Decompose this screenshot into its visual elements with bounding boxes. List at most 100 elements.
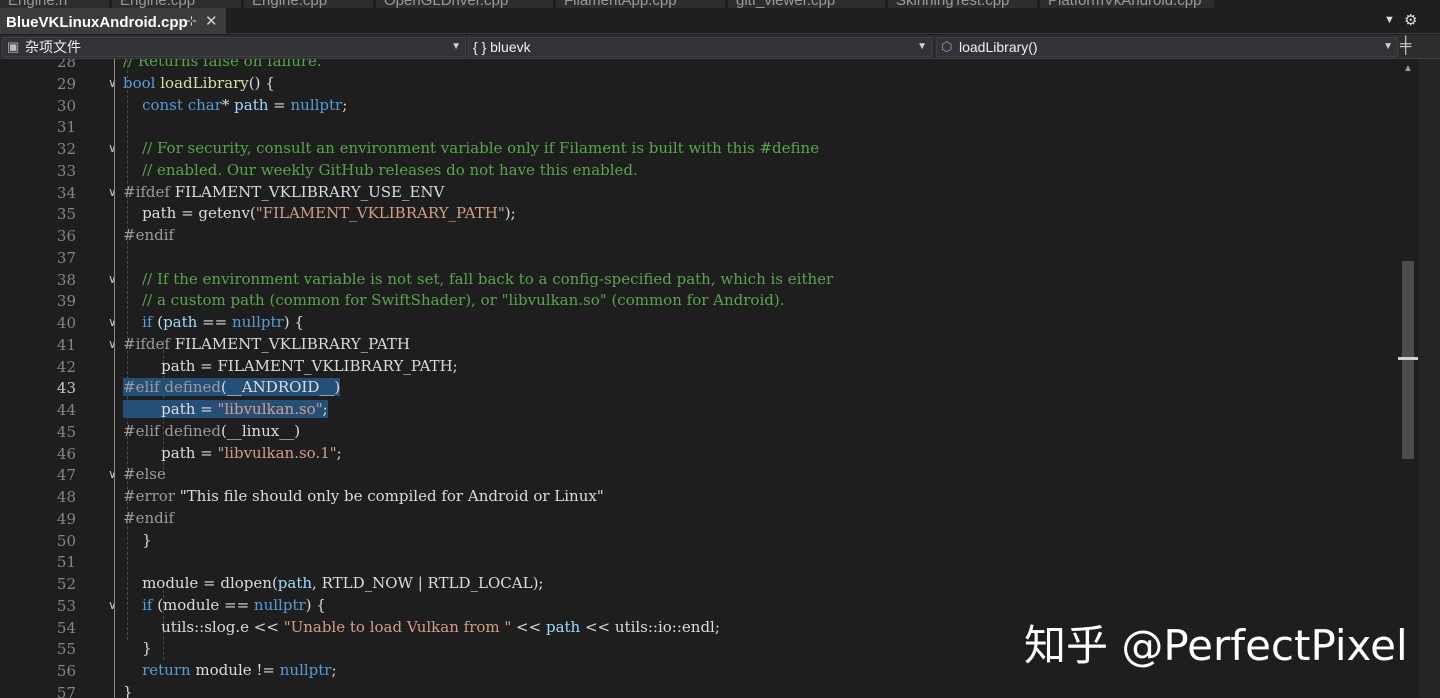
- code-line[interactable]: #else: [123, 463, 166, 485]
- line-number: 38: [56, 270, 76, 289]
- member-dropdown[interactable]: ⬡ loadLibrary() ▼: [936, 37, 1398, 57]
- line-number: 46: [56, 444, 76, 463]
- project-dropdown[interactable]: ▣ 杂项文件 ▼: [2, 37, 466, 57]
- tab-inactive[interactable]: Engine.cpp: [244, 0, 374, 8]
- line-number: 45: [56, 422, 76, 441]
- line-number: 41: [56, 335, 76, 354]
- project-label: 杂项文件: [25, 39, 81, 55]
- line-number: 49: [56, 509, 76, 528]
- code-line[interactable]: }: [123, 681, 133, 698]
- tab-underline: [0, 33, 1440, 34]
- code-line[interactable]: #endif: [123, 507, 174, 529]
- line-number: 30: [56, 96, 76, 115]
- scope-label: { } bluevk: [473, 39, 531, 55]
- vertical-scrollbar[interactable]: ▲: [1398, 59, 1418, 698]
- code-line[interactable]: // a custom path (common for SwiftShader…: [123, 289, 784, 311]
- code-line[interactable]: // For security, consult an environment …: [123, 137, 819, 159]
- tab-title: BlueVKLinuxAndroid.cpp: [6, 14, 188, 31]
- code-line[interactable]: utils::slog.e << "Unable to load Vulkan …: [123, 616, 720, 638]
- tab-bluevklinuxandroid[interactable]: BlueVKLinuxAndroid.cpp ⊹ ✕: [0, 8, 226, 34]
- line-number: 32: [56, 140, 76, 158]
- fold-toggle-icon[interactable]: ∨: [108, 141, 117, 155]
- tab-overflow-icon[interactable]: ▼: [1384, 14, 1395, 26]
- code-line[interactable]: }: [123, 637, 152, 659]
- scroll-up-icon[interactable]: ▲: [1403, 63, 1413, 74]
- line-number: 48: [56, 488, 76, 506]
- right-margin: [1418, 59, 1440, 698]
- gear-icon[interactable]: ⚙: [1404, 11, 1417, 29]
- fold-toggle-icon[interactable]: ∨: [108, 337, 117, 351]
- code-line[interactable]: path = FILAMENT_VKLIBRARY_PATH;: [123, 355, 458, 377]
- line-number: 53: [56, 596, 76, 615]
- scrollbar-thumb[interactable]: [1402, 261, 1414, 459]
- code-line[interactable]: #elif defined(__linux__): [123, 420, 300, 442]
- tab-inactive[interactable]: Engine.cpp: [112, 0, 242, 8]
- line-number: 37: [56, 248, 76, 267]
- tab-inactive[interactable]: gltf_viewer.cpp: [728, 0, 886, 8]
- line-number: 51: [56, 553, 76, 572]
- file-icon: ▣: [7, 39, 20, 54]
- fold-toggle-icon[interactable]: ∨: [108, 467, 117, 481]
- line-number: 52: [56, 575, 76, 593]
- code-line[interactable]: }: [123, 529, 152, 551]
- tab-inactive[interactable]: FilamentApp.cpp: [556, 0, 726, 8]
- fold-toggle-icon[interactable]: ∨: [108, 315, 117, 329]
- line-number: 55: [56, 640, 76, 659]
- split-editor-icon[interactable]: ╪: [1400, 37, 1411, 55]
- code-line[interactable]: #ifdef FILAMENT_VKLIBRARY_USE_ENV: [123, 181, 444, 203]
- code-line[interactable]: path = getenv("FILAMENT_VKLIBRARY_PATH")…: [123, 202, 516, 224]
- tab-inactive[interactable]: OpenGLDriver.cpp: [376, 0, 554, 8]
- code-line[interactable]: module = dlopen(path, RTLD_NOW | RTLD_LO…: [123, 572, 543, 594]
- member-label: loadLibrary(): [959, 39, 1038, 55]
- tab-inactive[interactable]: PlatformVkAndroid.cpp: [1040, 0, 1215, 8]
- chevron-down-icon: ▼: [917, 41, 927, 52]
- tab-inactive[interactable]: SkinningTest.cpp: [888, 0, 1038, 8]
- line-number: 40: [56, 314, 76, 332]
- scope-dropdown[interactable]: { } bluevk ▼: [468, 37, 932, 57]
- fold-toggle-icon[interactable]: ∨: [108, 598, 117, 612]
- line-number: 44: [56, 401, 76, 419]
- close-icon[interactable]: ✕: [205, 12, 218, 30]
- line-number: 33: [56, 161, 76, 180]
- code-line[interactable]: path = "libvulkan.so";: [123, 398, 328, 420]
- code-line[interactable]: #elif defined(__ANDROID__): [123, 376, 341, 398]
- line-number: 35: [56, 205, 76, 224]
- line-number: 28: [56, 59, 76, 71]
- caret-position-marker: [1398, 357, 1418, 360]
- code-line[interactable]: // If the environment variable is not se…: [123, 268, 833, 290]
- line-number: 43: [56, 379, 76, 398]
- tab-inactive[interactable]: Engine.h: [0, 0, 110, 8]
- chevron-down-icon: ▼: [1383, 41, 1393, 52]
- fold-toggle-icon[interactable]: ∨: [108, 185, 117, 199]
- code-line[interactable]: // enabled. Our weekly GitHub releases d…: [123, 159, 638, 181]
- tab-strip: Engine.hEngine.cppEngine.cppOpenGLDriver…: [0, 0, 1440, 34]
- line-number: 54: [56, 618, 76, 637]
- line-number: 57: [56, 683, 76, 698]
- code-line[interactable]: const char* path = nullptr;: [123, 94, 347, 116]
- code-line[interactable]: #endif: [123, 224, 174, 246]
- fold-rail: [114, 59, 115, 698]
- code-line[interactable]: #ifdef FILAMENT_VKLIBRARY_PATH: [123, 333, 410, 355]
- line-number: 36: [56, 227, 76, 245]
- fold-toggle-icon[interactable]: ∨: [108, 76, 117, 90]
- line-number: 31: [56, 118, 76, 137]
- fold-toggle-icon[interactable]: ∨: [108, 272, 117, 286]
- code-line[interactable]: return module != nullptr;: [123, 659, 336, 681]
- line-number: 50: [56, 531, 76, 550]
- code-line[interactable]: path = "libvulkan.so.1";: [123, 442, 342, 464]
- line-number: 47: [56, 466, 76, 485]
- code-editor[interactable]: 28 29 30 31 32 33 34 35 36 37 38 39 40 41 42 43 44 45 46 47…: [0, 59, 1440, 698]
- chevron-down-icon: ▼: [451, 41, 461, 52]
- code-line[interactable]: // Returns false on failure.: [123, 59, 322, 72]
- code-line[interactable]: #error "This file should only be compile…: [123, 485, 604, 507]
- pin-icon[interactable]: ⊹: [186, 13, 197, 29]
- code-line[interactable]: if (module == nullptr) {: [123, 594, 326, 616]
- cube-icon: ⬡: [941, 39, 953, 54]
- navigation-bar: ▣ 杂项文件 ▼ { } bluevk ▼ ⬡ loadLibrary() ▼ …: [0, 35, 1440, 59]
- line-number: 42: [56, 357, 76, 376]
- line-number: 34: [56, 183, 76, 202]
- code-line[interactable]: bool loadLibrary() {: [123, 72, 275, 94]
- line-number: 39: [56, 292, 76, 311]
- code-line[interactable]: if (path == nullptr) {: [123, 311, 304, 333]
- line-number: 29: [56, 74, 76, 93]
